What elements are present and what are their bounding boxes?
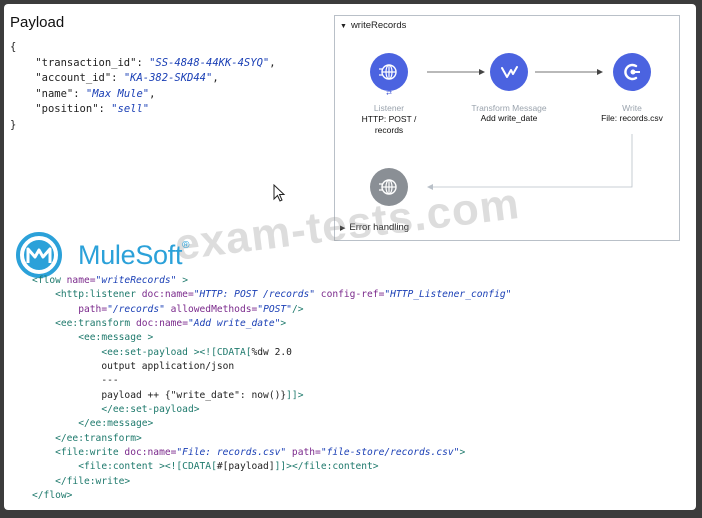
- node-transform-message[interactable]: Transform Message Add write_date: [459, 53, 559, 124]
- code-token: path=: [286, 447, 321, 459]
- json-value-position: "sell": [111, 103, 150, 115]
- screenshot-sheet: Payload { "transaction_id": "SS-4848-44K…: [4, 4, 696, 510]
- logo-text: MuleSoft: [78, 240, 183, 270]
- code-token: <file:write: [55, 447, 125, 459]
- code-token: name=: [66, 275, 96, 286]
- payload-json: { "transaction_id": "SS-4848-44KK-4SYQ",…: [10, 40, 276, 133]
- json-value-name: "Max Mule": [85, 87, 150, 100]
- code-token: ---: [101, 375, 119, 387]
- code-token: allowedMethods=: [164, 303, 258, 315]
- code-token: </file:write>: [55, 475, 131, 487]
- code-token: config-ref=: [315, 289, 385, 301]
- logo-registered-mark: ®: [182, 240, 190, 251]
- json-comma: ,: [212, 72, 219, 84]
- code-token: "HTTP_Listener_config": [384, 289, 512, 301]
- code-token: "POST": [257, 303, 292, 315]
- json-key-account-id: "account_id": [35, 72, 112, 84]
- node-label: File: records.csv: [601, 113, 663, 123]
- code-token: <ee:message >: [78, 332, 154, 344]
- code-token: <http:listener: [55, 289, 142, 301]
- code-token: </flow>: [32, 490, 73, 502]
- file-connector-icon: [613, 53, 651, 91]
- json-sep: :: [73, 87, 86, 100]
- code-token: ]]>: [286, 389, 304, 401]
- arrow-response-path: [433, 134, 633, 188]
- node-type: Transform Message: [471, 103, 547, 113]
- code-token: </ee:transform>: [55, 432, 142, 444]
- node-file-write[interactable]: Write File: records.csv: [582, 53, 682, 124]
- code-token: >: [176, 275, 188, 286]
- code-token: </ee:set-payload>: [101, 404, 200, 416]
- json-open-brace: {: [10, 41, 17, 53]
- code-token: <ee:set-payload >: [101, 346, 200, 358]
- code-token: >: [280, 318, 287, 330]
- sync-icon: ⇄: [386, 90, 392, 97]
- json-value-transaction-id: "SS-4848-44KK-4SYQ": [149, 56, 270, 69]
- code-token: <flow: [32, 275, 67, 286]
- code-token: "File: records.csv": [176, 447, 287, 459]
- code-token: "HTTP: POST /records": [193, 289, 316, 301]
- code-token: "writeRecords": [95, 275, 177, 286]
- json-close-brace: }: [10, 118, 17, 131]
- code-token: path=: [78, 303, 108, 315]
- code-token: doc:name=: [135, 318, 188, 330]
- code-token: "Add write_date": [187, 318, 281, 330]
- payload-title: Payload: [10, 14, 65, 31]
- node-listener[interactable]: ⇄ Listener HTTP: POST / records: [339, 53, 439, 135]
- json-key-name: "name": [35, 87, 74, 100]
- json-sep: :: [98, 103, 112, 115]
- code-token: %dw 2.0: [251, 346, 292, 358]
- code-token: #[payload]: [216, 461, 275, 473]
- node-label: HTTP: POST / records: [361, 114, 417, 135]
- json-comma: ,: [149, 87, 156, 100]
- code-token: <![CDATA[: [164, 461, 217, 473]
- json-key-transaction-id: "transaction_id": [35, 56, 137, 69]
- node-type: Listener: [373, 103, 405, 113]
- node-type: Write: [622, 103, 642, 113]
- code-token: payload ++ {"write_date": now()}: [101, 389, 287, 401]
- code-token: <file:content >: [78, 461, 165, 473]
- globe-icon: [370, 53, 408, 91]
- json-sep: :: [111, 72, 124, 84]
- json-value-account-id: "KA-382-SKD44": [123, 72, 213, 84]
- json-comma: ,: [269, 56, 276, 69]
- node-label: Add write_date: [480, 113, 538, 123]
- code-token: "file-store/records.csv": [320, 447, 460, 459]
- code-token: doc:name=: [141, 289, 194, 301]
- code-token: <ee:transform: [55, 318, 136, 330]
- code-token: <![CDATA[: [199, 346, 252, 358]
- code-token: </ee:message>: [78, 418, 154, 430]
- transform-icon: [490, 53, 528, 91]
- json-key-position: "position": [35, 103, 99, 115]
- json-sep: :: [136, 56, 150, 69]
- mouse-cursor-icon: [273, 184, 286, 202]
- code-token: ]]>: [274, 461, 292, 473]
- code-token: output application/json: [101, 361, 235, 373]
- code-token: "/records": [107, 303, 165, 315]
- code-token: >: [459, 447, 466, 459]
- code-token: </file:content>: [291, 461, 379, 473]
- mulesoft-wordmark: MuleSoft®: [78, 240, 190, 271]
- code-token: />: [291, 303, 304, 315]
- code-token: doc:name=: [124, 447, 177, 459]
- xml-code-listing: <flow name="writeRecords" > <http:listen…: [32, 274, 511, 504]
